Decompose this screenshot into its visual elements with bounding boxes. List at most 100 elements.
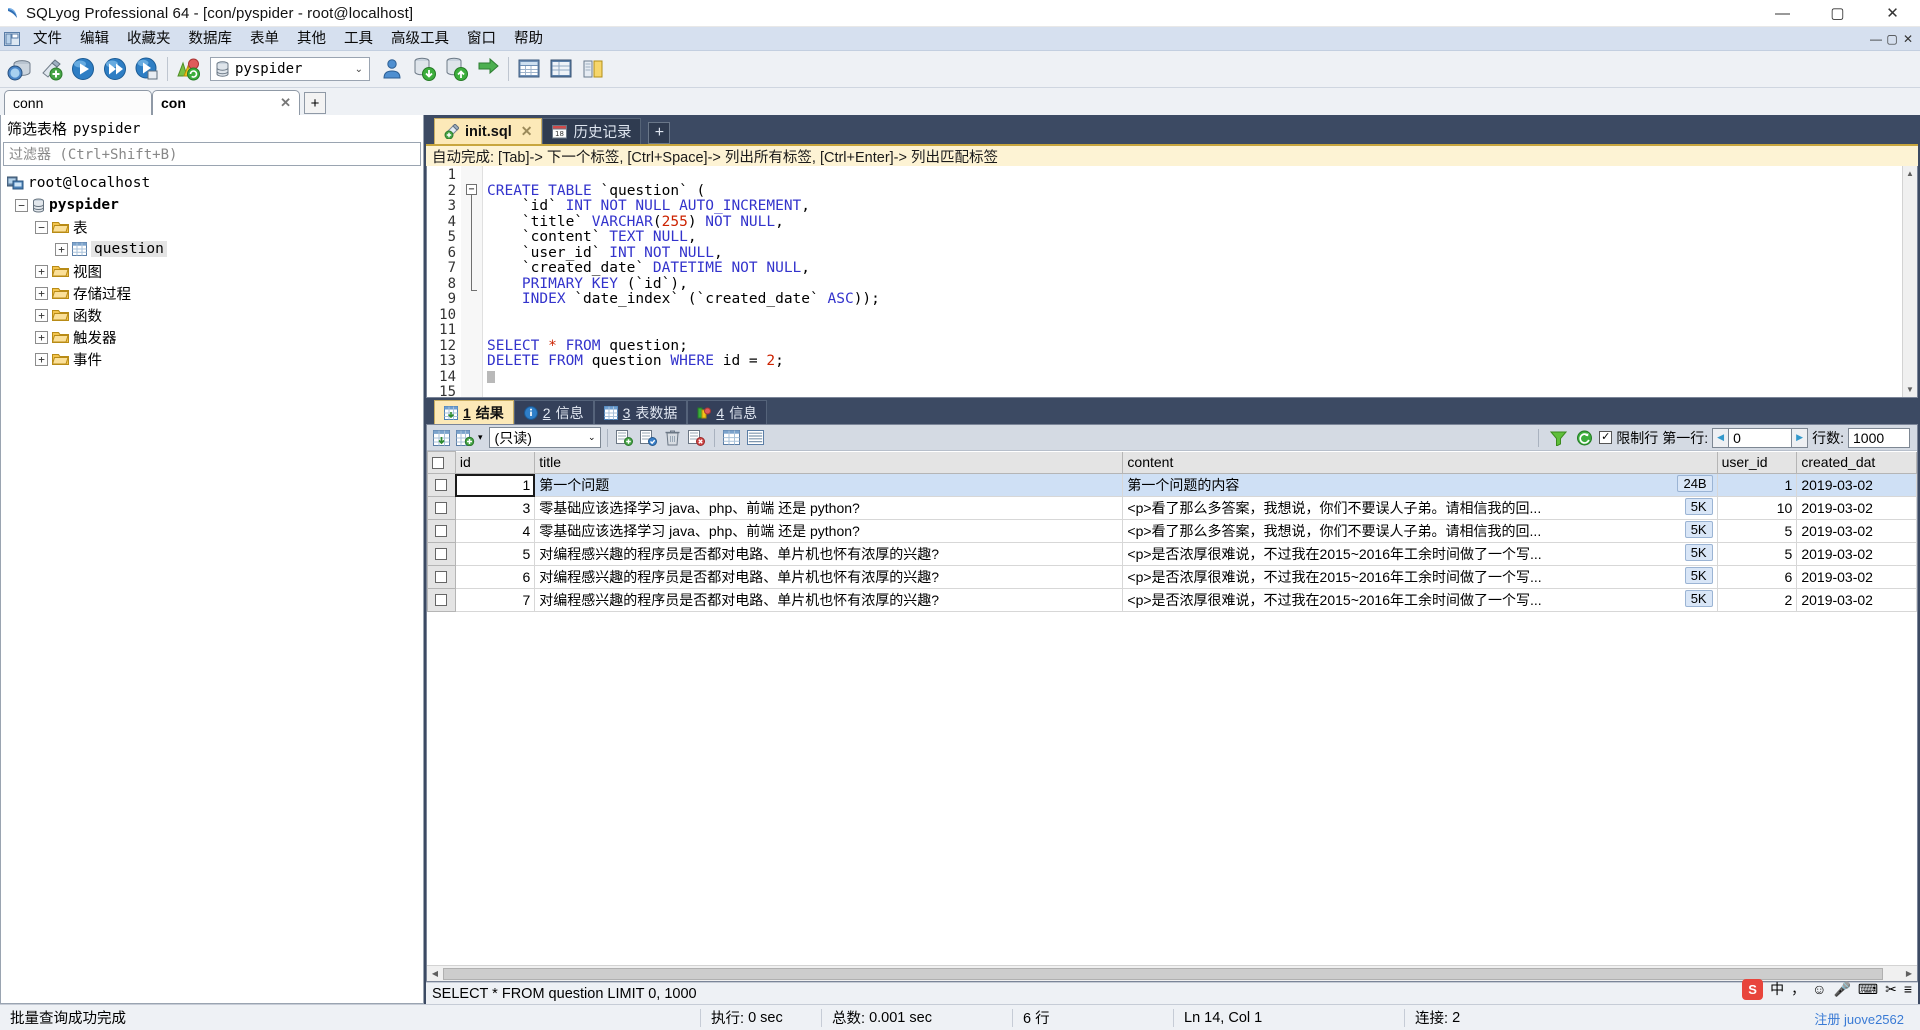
cell-created-date[interactable]: 2019-03-02 xyxy=(1796,565,1917,589)
tree-expander[interactable]: + xyxy=(35,352,48,366)
column-header-content[interactable]: content xyxy=(1122,451,1718,474)
editor-vertical-scrollbar[interactable]: ▲ ▼ xyxy=(1902,166,1917,397)
spinner-next-icon[interactable]: ▶ xyxy=(1791,427,1809,448)
cell-created-date[interactable]: 2019-03-02 xyxy=(1796,496,1917,520)
cell-content[interactable]: 5K <p>看了那么多答案，我想说，你们不要误人子弟。请相信我的回... xyxy=(1122,496,1718,520)
checkbox[interactable] xyxy=(435,525,448,537)
tree-expander[interactable]: + xyxy=(55,242,68,256)
refresh-schema-icon[interactable] xyxy=(173,54,203,85)
grid-view-icon[interactable] xyxy=(430,427,452,448)
first-row-spinner[interactable]: ◀ 0 ▶ xyxy=(1712,427,1809,448)
ime-screenshot-icon[interactable]: ✂ xyxy=(1885,981,1897,998)
mdi-system-icon[interactable] xyxy=(0,27,24,51)
tree-expander[interactable]: + xyxy=(35,286,48,300)
execute-query-icon[interactable] xyxy=(68,54,98,85)
schema-sync-icon[interactable] xyxy=(578,54,608,85)
checkbox[interactable] xyxy=(435,594,448,606)
mdi-restore-button[interactable]: ▢ xyxy=(1884,29,1900,49)
save-changes-icon[interactable] xyxy=(638,427,660,448)
checkbox[interactable] xyxy=(435,571,448,583)
add-editor-tab-button[interactable]: + xyxy=(648,122,671,144)
cell-content[interactable]: 5K <p>看了那么多答案，我想说，你们不要误人子弟。请相信我的回... xyxy=(1122,519,1718,543)
sql-editor[interactable]: 1 2 3 4 5 6 7 8 9 10 11 12 13 14 15 − CR… xyxy=(426,166,1918,400)
table-row[interactable]: 3 零基础应该选择学习 java、php、前端 还是 python? 5K <p… xyxy=(427,496,1917,520)
table-row[interactable]: 6 对编程感兴趣的程序员是否都对电路、单片机也怀有浓厚的兴趣? 5K <p>是否… xyxy=(427,565,1917,589)
column-header-created-date[interactable]: created_dat xyxy=(1796,451,1917,474)
tree-node-database-pyspider[interactable]: − pyspider xyxy=(1,194,423,216)
cell-title[interactable]: 对编程感兴趣的程序员是否都对电路、单片机也怀有浓厚的兴趣? xyxy=(534,542,1124,566)
ime-menu-icon[interactable]: ≡ xyxy=(1904,981,1912,997)
tree-expander[interactable]: − xyxy=(35,220,48,234)
checkbox[interactable] xyxy=(435,502,448,514)
cell-user-id[interactable]: 6 xyxy=(1716,565,1798,589)
grid-horizontal-scrollbar[interactable]: ◀ ▶ xyxy=(427,965,1917,981)
cell-user-id[interactable]: 2 xyxy=(1716,588,1798,612)
connection-tab-con[interactable]: con ✕ xyxy=(152,90,300,115)
add-connection-tab-button[interactable]: + xyxy=(304,92,326,114)
scroll-down-icon[interactable]: ▼ xyxy=(1903,382,1917,397)
minimize-button[interactable]: — xyxy=(1755,0,1810,27)
cell-id[interactable]: 1 xyxy=(454,473,536,497)
rows-input[interactable]: 1000 xyxy=(1848,427,1910,448)
checkbox[interactable] xyxy=(432,456,444,469)
menu-edit[interactable]: 编辑 xyxy=(71,27,118,51)
cell-id[interactable]: 5 xyxy=(454,542,536,566)
discard-changes-icon[interactable] xyxy=(686,427,708,448)
new-query-tab-icon[interactable] xyxy=(36,54,66,85)
tree-node-table-question[interactable]: + question xyxy=(1,238,423,260)
editor-tab-history[interactable]: 18 历史记录 xyxy=(542,118,642,144)
checkbox[interactable] xyxy=(435,548,448,560)
form-mode-icon[interactable] xyxy=(745,427,767,448)
spinner-prev-icon[interactable]: ◀ xyxy=(1712,427,1730,448)
code-fold-column[interactable]: − xyxy=(461,166,483,397)
user-manager-icon[interactable] xyxy=(377,54,407,85)
cell-content[interactable]: 5K <p>是否浓厚很难说，不过我在2015~2016年工余时间做了一个写... xyxy=(1122,542,1718,566)
execute-all-queries-icon[interactable] xyxy=(100,54,130,85)
result-tab-messages[interactable]: 2 信息 xyxy=(513,400,594,424)
tree-expander[interactable]: − xyxy=(15,198,28,212)
cell-user-id[interactable]: 5 xyxy=(1716,542,1798,566)
ime-keyboard-icon[interactable]: ⌨ xyxy=(1858,981,1878,998)
close-button[interactable]: ✕ xyxy=(1865,0,1920,27)
tree-node-functions-folder[interactable]: + 函数 xyxy=(1,304,423,326)
execute-to-file-icon[interactable] xyxy=(132,54,162,85)
connection-tab-conn[interactable]: conn xyxy=(4,90,152,115)
menu-database[interactable]: 数据库 xyxy=(180,27,242,51)
menu-help[interactable]: 帮助 xyxy=(505,27,552,51)
ime-emoji-icon[interactable]: ☺ xyxy=(1812,981,1826,997)
tree-expander[interactable]: + xyxy=(35,330,48,344)
sogou-ime-icon[interactable]: S xyxy=(1742,978,1764,1000)
tree-node-triggers-folder[interactable]: + 触发器 xyxy=(1,326,423,348)
cell-id[interactable]: 3 xyxy=(454,496,536,520)
result-tab-results[interactable]: 1 结果 xyxy=(434,400,514,424)
table-row[interactable]: 5 对编程感兴趣的程序员是否都对电路、单片机也怀有浓厚的兴趣? 5K <p>是否… xyxy=(427,542,1917,566)
database-selector[interactable]: pyspider ⌄ xyxy=(210,57,370,81)
row-select-checkbox[interactable] xyxy=(427,496,456,520)
cell-title[interactable]: 零基础应该选择学习 java、php、前端 还是 python? xyxy=(534,496,1124,520)
mdi-minimize-button[interactable]: — xyxy=(1868,29,1884,49)
result-tab-info[interactable]: 4 信息 xyxy=(687,400,768,424)
cell-content[interactable]: 5K <p>是否浓厚很难说，不过我在2015~2016年工余时间做了一个写... xyxy=(1122,565,1718,589)
filter-icon[interactable] xyxy=(1547,427,1569,448)
scroll-left-icon[interactable]: ◀ xyxy=(427,966,443,982)
tree-node-views-folder[interactable]: + 视图 xyxy=(1,260,423,282)
cell-created-date[interactable]: 2019-03-02 xyxy=(1796,473,1917,497)
restore-database-icon[interactable] xyxy=(441,54,471,85)
menu-favorites[interactable]: 收藏夹 xyxy=(118,27,180,51)
tree-node-host[interactable]: root@localhost xyxy=(1,172,423,194)
column-header-title[interactable]: title xyxy=(534,451,1124,474)
object-filter-input[interactable]: 过滤器 (Ctrl+Shift+B) xyxy=(3,142,421,166)
data-sync-wizard-icon[interactable] xyxy=(546,54,576,85)
grid-options-chevron-icon[interactable]: ▾ xyxy=(478,432,483,443)
delete-row-icon[interactable] xyxy=(662,427,684,448)
result-grid-scroll[interactable]: id title content user_id created_dat 1 第… xyxy=(427,451,1917,965)
mdi-close-button[interactable]: ✕ xyxy=(1900,29,1916,49)
close-icon[interactable]: ✕ xyxy=(270,95,291,111)
cell-title[interactable]: 第一个问题 xyxy=(534,473,1124,497)
row-select-checkbox[interactable] xyxy=(427,519,456,543)
copy-row-icon[interactable] xyxy=(614,427,636,448)
cell-id[interactable]: 6 xyxy=(454,565,536,589)
cell-created-date[interactable]: 2019-03-02 xyxy=(1796,588,1917,612)
menu-advanced-tools[interactable]: 高级工具 xyxy=(382,27,458,51)
ime-voice-icon[interactable]: 🎤 xyxy=(1833,981,1850,998)
